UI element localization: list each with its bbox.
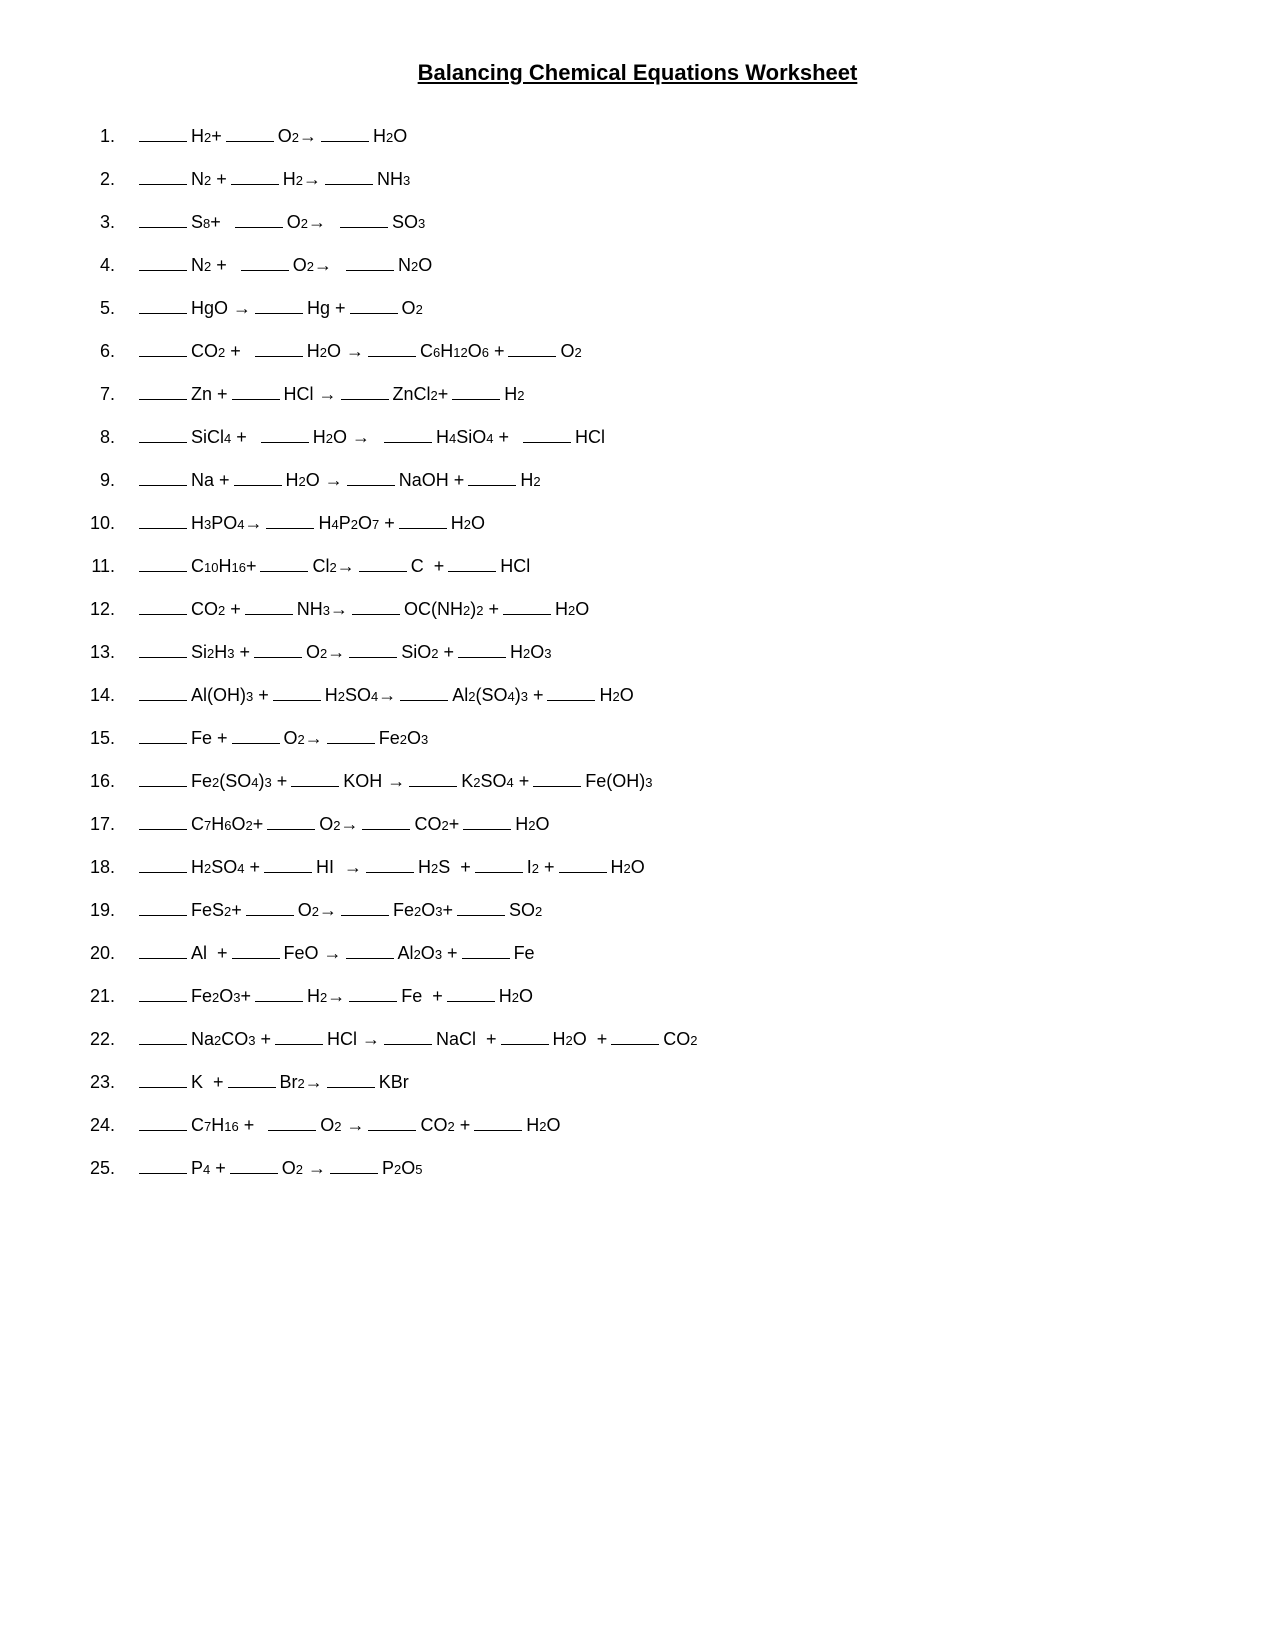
equation-number: 15.	[80, 728, 135, 749]
equations-list: 1. H2 + O2 → H2O 2. N2 + H2 → NH3 3. S8 + …	[80, 126, 1195, 1179]
equation-row: 13. Si2H3 + O2 → SiO2 + H2O3	[80, 642, 1195, 663]
equation-content: Fe2O3 + H2 → Fe + H2O	[135, 986, 533, 1007]
equation-row: 11. C10H16 + Cl2 → C + HCl	[80, 556, 1195, 577]
equation-number: 17.	[80, 814, 135, 835]
equation-content: CO2 + NH3 → OC(NH2)2 + H2O	[135, 599, 589, 620]
equation-row: 23. K + Br2 → KBr	[80, 1072, 1195, 1093]
equation-content: Zn + HCl → ZnCl2 + H2	[135, 384, 525, 405]
equation-content: Na2CO3 + HCl → NaCl + H2O + CO2	[135, 1029, 698, 1050]
equation-number: 21.	[80, 986, 135, 1007]
equation-number: 10.	[80, 513, 135, 534]
equation-number: 14.	[80, 685, 135, 706]
equation-content: HgO → Hg + O2	[135, 298, 423, 319]
equation-row: 7. Zn + HCl → ZnCl2 + H2	[80, 384, 1195, 405]
equation-content: C10H16 + Cl2 → C + HCl	[135, 556, 530, 577]
equation-row: 15. Fe + O2 → Fe2O3	[80, 728, 1195, 749]
equation-number: 12.	[80, 599, 135, 620]
equation-content: C7H16 + O2 → CO2 + H2O	[135, 1115, 560, 1136]
equation-row: 22. Na2CO3 + HCl → NaCl + H2O + CO2	[80, 1029, 1195, 1050]
equation-content: H3PO4 → H4P2O7 + H2O	[135, 513, 485, 534]
equation-row: 25. P4 + O2 → P2O5	[80, 1158, 1195, 1179]
equation-number: 9.	[80, 470, 135, 491]
equation-row: 16. Fe2(SO4)3 + KOH → K2SO4 + Fe(OH)3	[80, 771, 1195, 792]
equation-number: 16.	[80, 771, 135, 792]
equation-row: 12. CO2 + NH3 → OC(NH2)2 + H2O	[80, 599, 1195, 620]
equation-row: 1. H2 + O2 → H2O	[80, 126, 1195, 147]
equation-row: 18. H2SO4 + HI → H2S + I2 + H2O	[80, 857, 1195, 878]
equation-number: 1.	[80, 126, 135, 147]
equation-number: 2.	[80, 169, 135, 190]
equation-number: 20.	[80, 943, 135, 964]
equation-number: 5.	[80, 298, 135, 319]
equation-content: SiCl4 + H2O → H4SiO4 + HCl	[135, 427, 605, 448]
equation-number: 11.	[80, 556, 135, 577]
equation-content: Al + FeO → Al2O3 + Fe	[135, 943, 535, 964]
equation-row: 4. N2 + O2 → N2O	[80, 255, 1195, 276]
equation-number: 3.	[80, 212, 135, 233]
equation-content: S8 + O2 → SO3	[135, 212, 425, 233]
equation-content: P4 + O2 → P2O5	[135, 1158, 423, 1179]
equation-number: 6.	[80, 341, 135, 362]
equation-number: 7.	[80, 384, 135, 405]
equation-row: 9. Na + H2O → NaOH + H2	[80, 470, 1195, 491]
equation-content: N2 + H2 → NH3	[135, 169, 410, 190]
equation-row: 6. CO2 + H2O → C6H12O6 + O2	[80, 341, 1195, 362]
equation-content: Si2H3 + O2 → SiO2 + H2O3	[135, 642, 552, 663]
equation-row: 20. Al + FeO → Al2O3 + Fe	[80, 943, 1195, 964]
equation-row: 19. FeS2 + O2 → Fe2O3 + SO2	[80, 900, 1195, 921]
equation-content: CO2 + H2O → C6H12O6 + O2	[135, 341, 582, 362]
equation-content: C7H6O2 + O2 → CO2 + H2O	[135, 814, 549, 835]
page-title: Balancing Chemical Equations Worksheet	[80, 60, 1195, 86]
equation-number: 22.	[80, 1029, 135, 1050]
equation-row: 5. HgO → Hg + O2	[80, 298, 1195, 319]
equation-number: 4.	[80, 255, 135, 276]
equation-row: 17. C7H6O2 + O2 → CO2 + H2O	[80, 814, 1195, 835]
equation-content: Al(OH)3 + H2SO4 → Al2(SO4)3 + H2O	[135, 685, 634, 706]
equation-content: Fe2(SO4)3 + KOH → K2SO4 + Fe(OH)3	[135, 771, 653, 792]
equation-content: H2 + O2 → H2O	[135, 126, 407, 147]
equation-content: H2SO4 + HI → H2S + I2 + H2O	[135, 857, 645, 878]
equation-number: 13.	[80, 642, 135, 663]
equation-content: N2 + O2 → N2O	[135, 255, 432, 276]
equation-content: FeS2 + O2 → Fe2O3 + SO2	[135, 900, 542, 921]
equation-content: Na + H2O → NaOH + H2	[135, 470, 541, 491]
equation-number: 19.	[80, 900, 135, 921]
equation-row: 14. Al(OH)3 + H2SO4 → Al2(SO4)3 + H2O	[80, 685, 1195, 706]
equation-row: 8. SiCl4 + H2O → H4SiO4 + HCl	[80, 427, 1195, 448]
equation-row: 21. Fe2O3 + H2 → Fe + H2O	[80, 986, 1195, 1007]
equation-row: 3. S8 + O2 → SO3	[80, 212, 1195, 233]
equation-number: 25.	[80, 1158, 135, 1179]
equation-row: 24. C7H16 + O2 → CO2 + H2O	[80, 1115, 1195, 1136]
equation-number: 8.	[80, 427, 135, 448]
equation-content: Fe + O2 → Fe2O3	[135, 728, 428, 749]
equation-row: 10. H3PO4 → H4P2O7 + H2O	[80, 513, 1195, 534]
equation-number: 23.	[80, 1072, 135, 1093]
equation-number: 18.	[80, 857, 135, 878]
equation-row: 2. N2 + H2 → NH3	[80, 169, 1195, 190]
equation-content: K + Br2 → KBr	[135, 1072, 409, 1093]
equation-number: 24.	[80, 1115, 135, 1136]
